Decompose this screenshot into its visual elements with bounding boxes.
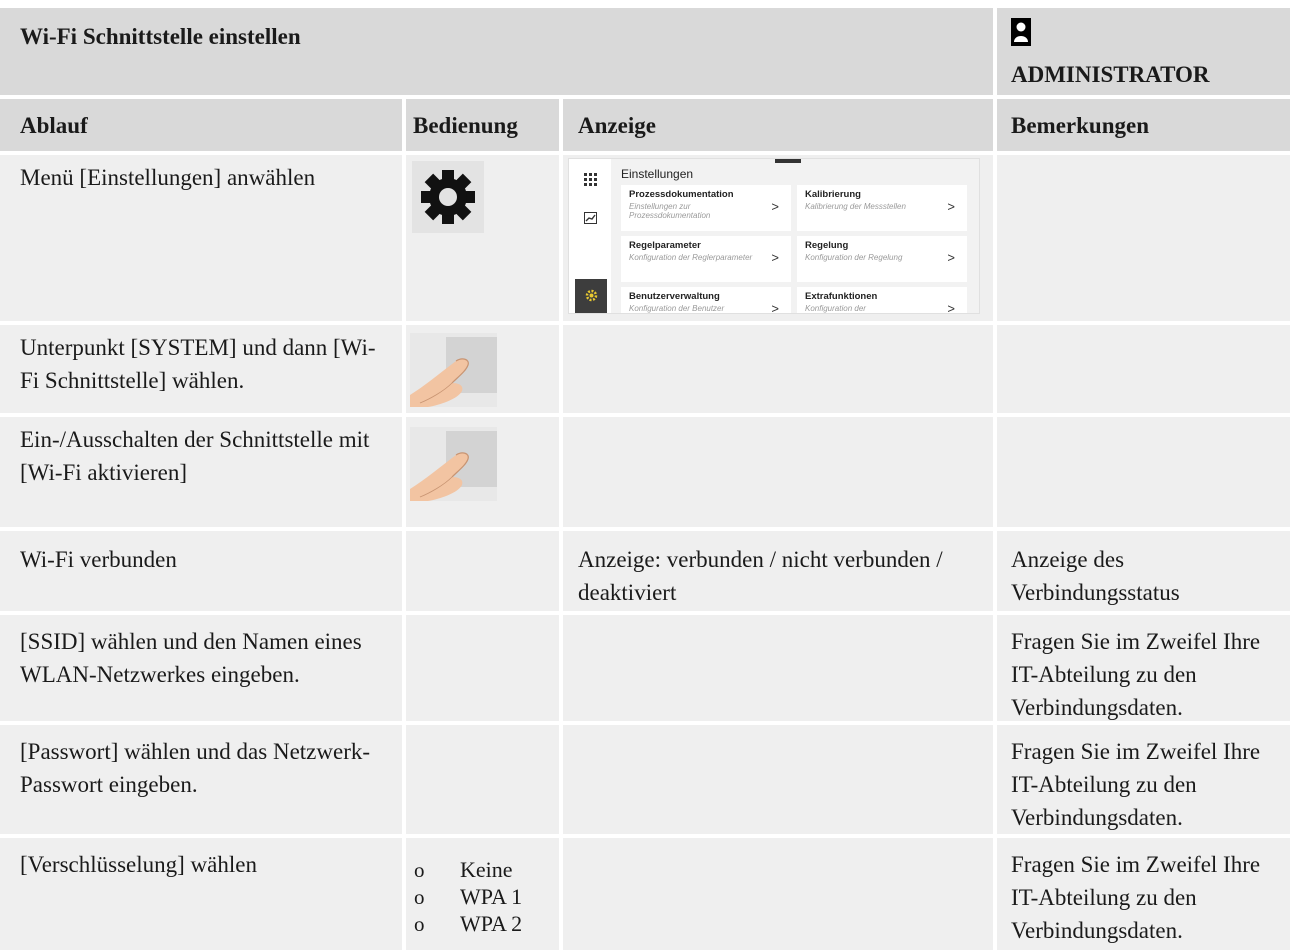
title-cell: Wi-Fi Schnittstelle einstellen [0, 8, 993, 95]
chevron-right-icon: > [771, 199, 779, 214]
settings-screenshot: Einstellungen Prozessdokumentation Einst… [568, 158, 980, 314]
list-item: o Keine [414, 857, 513, 882]
user-icon [1011, 18, 1031, 46]
settings-tab [575, 279, 607, 313]
table-row-bedienung [406, 531, 559, 611]
table-row-anzeige [563, 325, 993, 413]
settings-card: Regelparameter Konfiguration der Reglerp… [621, 236, 791, 282]
screenshot-title: Einstellungen [621, 167, 694, 181]
handle-bar [775, 159, 801, 163]
chevron-right-icon: > [771, 301, 779, 314]
column-header-bemerkungen: Bemerkungen [997, 99, 1290, 151]
table-row-anzeige [563, 417, 993, 527]
table-row-bemerkungen [997, 417, 1290, 527]
settings-card: Extrafunktionen Konfiguration der > [797, 287, 967, 314]
table-row-ablauf: [SSID] wählen und den Namen eines WLAN-N… [0, 615, 402, 721]
table-row-ablauf: Menü [Einstellungen] anwählen [0, 155, 402, 321]
table-row-anzeige: Anzeige: verbunden / nicht verbunden / d… [563, 531, 993, 611]
table-row-anzeige [563, 838, 993, 950]
table-row-bemerkungen: Fragen Sie im Zweifel Ihre IT-Abteilung … [997, 838, 1290, 950]
chevron-right-icon: > [947, 199, 955, 214]
table-row-ablauf: Ein-/Ausschalten der Schnittstelle mit [… [0, 417, 402, 527]
table-row-ablauf: [Passwort] wählen und das Netzwerk-Passw… [0, 725, 402, 834]
encryption-options: o Keine o WPA 1 o WPA 2 [414, 856, 559, 937]
list-item: o WPA 1 [414, 884, 523, 909]
list-item: o WPA 2 [414, 911, 523, 936]
table-row-anzeige [563, 725, 993, 834]
table-row-bemerkungen [997, 325, 1290, 413]
table-row-bedienung [406, 725, 559, 834]
table-row-bemerkungen: Anzeige des Verbindungsstatus [997, 531, 1290, 611]
table-row-bedienung [406, 615, 559, 721]
page-title: Wi-Fi Schnittstelle einstellen [20, 24, 301, 49]
settings-card: Kalibrierung Kalibrierung der Messstelle… [797, 185, 967, 231]
chevron-right-icon: > [771, 250, 779, 265]
finger-tap-icon [410, 427, 497, 501]
settings-icon [585, 289, 598, 307]
table-row-bemerkungen [997, 155, 1290, 321]
column-header-anzeige: Anzeige [563, 99, 993, 151]
settings-card: Regelung Konfiguration der Regelung > [797, 236, 967, 282]
instruction-table: Wi-Fi Schnittstelle einstellen ADMINISTR… [0, 0, 1290, 950]
table-row-ablauf: Wi-Fi verbunden [0, 531, 402, 611]
apps-grid-icon [584, 173, 597, 191]
settings-card: Prozessdokumentation Einstellungen zur P… [621, 185, 791, 231]
side-rail [569, 159, 611, 313]
table-row-bedienung: o Keine o WPA 1 o WPA 2 [406, 838, 559, 950]
chart-icon [584, 211, 597, 229]
table-row-ablauf: [Verschlüsselung] wählen [0, 838, 402, 950]
table-row-ablauf: Unterpunkt [SYSTEM] und dann [Wi-Fi Schn… [0, 325, 402, 413]
finger-tap-icon [410, 333, 497, 407]
column-header-bedienung: Bedienung [406, 99, 559, 151]
table-row-bemerkungen: Fragen Sie im Zweifel Ihre IT-Abteilung … [997, 615, 1290, 721]
table-row-bedienung [406, 325, 559, 413]
table-row-bedienung [406, 417, 559, 527]
role-cell: ADMINISTRATOR [997, 8, 1290, 95]
chevron-right-icon: > [947, 301, 955, 314]
role-label: ADMINISTRATOR [1011, 62, 1210, 87]
gear-icon [412, 161, 484, 233]
chevron-right-icon: > [947, 250, 955, 265]
table-row-anzeige [563, 615, 993, 721]
table-row-bedienung [406, 155, 559, 321]
table-row-bemerkungen: Fragen Sie im Zweifel Ihre IT-Abteilung … [997, 725, 1290, 834]
settings-card: Benutzerverwaltung Konfiguration der Ben… [621, 287, 791, 314]
column-header-ablauf: Ablauf [0, 99, 402, 151]
